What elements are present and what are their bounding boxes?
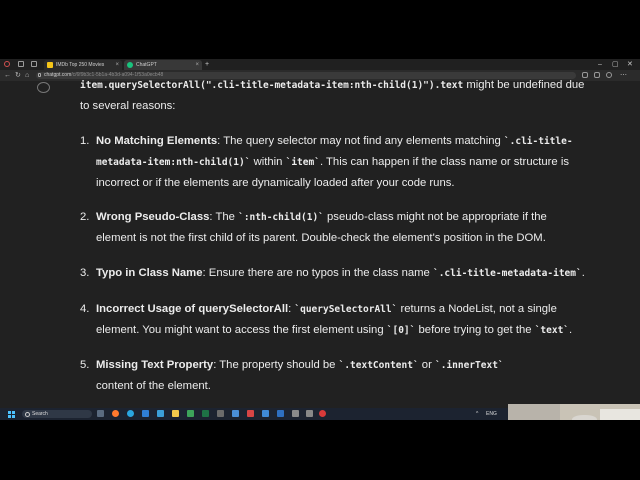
more-menu-icon[interactable]: ⋯: [620, 70, 627, 81]
tray-language[interactable]: ENG: [486, 408, 497, 420]
list-item-3-line-1: Typo in Class Name: Ensure there are no …: [96, 265, 585, 282]
app-icon[interactable]: [306, 410, 313, 417]
list-item-text: or: [418, 359, 435, 371]
imdb-favicon-icon: [47, 62, 53, 68]
maximize-icon[interactable]: ▢: [612, 59, 619, 70]
account-icon[interactable]: [606, 72, 612, 78]
intro-line-2: to several reasons:: [80, 100, 176, 112]
inline-code: `querySelectorAll`: [294, 304, 398, 315]
close-window-icon[interactable]: ✕: [627, 59, 633, 70]
inline-code: metadata-item:nth-child(1)`: [96, 157, 251, 168]
list-item-4-line-1: Incorrect Usage of querySelectorAll: `qu…: [96, 301, 557, 318]
list-item-title: Missing Text Property: [96, 359, 214, 371]
inline-code: `.innerText`: [435, 360, 504, 371]
app-icon[interactable]: [232, 410, 239, 417]
tab-actions-icon[interactable]: [31, 61, 37, 67]
app-icon[interactable]: [187, 410, 194, 417]
list-item-1-line-3: incorrect or if the elements are dynamic…: [96, 177, 455, 189]
inline-code: `item`: [285, 157, 320, 168]
edge-icon[interactable]: [127, 410, 134, 417]
search-label: Search: [32, 411, 48, 417]
inline-code: `.textContent`: [338, 360, 419, 371]
list-item-1-line-2: metadata-item:nth-child(1)` within `item…: [96, 154, 569, 171]
inline-code: `.cli-title-: [503, 136, 573, 147]
list-item-text: within: [250, 156, 286, 168]
tab-chatgpt[interactable]: ChatGPT ×: [124, 60, 202, 70]
inline-code: `:nth-child(1)`: [238, 212, 324, 223]
windows-start-icon[interactable]: [8, 411, 15, 418]
inline-code: `[0]`: [386, 325, 416, 336]
app-icon[interactable]: [217, 410, 224, 417]
excel-icon[interactable]: [202, 410, 209, 417]
list-item-1-line-1: No Matching Elements: The query selector…: [96, 133, 573, 150]
profile-icon[interactable]: [4, 61, 10, 67]
list-item-text: . This can happen if the class name or s…: [319, 156, 570, 168]
list-item-text: .: [581, 267, 585, 279]
list-item-5-line-1: Missing Text Property: The property shou…: [96, 357, 504, 374]
search-icon: [25, 412, 30, 417]
close-tab-icon[interactable]: ×: [195, 60, 199, 70]
list-number: 2.: [80, 211, 90, 223]
list-item-text: returns a NodeList, not a single: [397, 303, 557, 315]
tab-imdb[interactable]: IMDb Top 250 Movies ×: [44, 60, 122, 70]
list-item-title: Typo in Class Name: [96, 267, 203, 279]
vscode-icon[interactable]: [142, 410, 149, 417]
list-number: 4.: [80, 303, 90, 315]
list-item-text: .: [569, 324, 573, 336]
collections-icon[interactable]: [594, 72, 600, 78]
home-icon[interactable]: ⌂: [25, 70, 29, 81]
inline-code: item.querySelectorAll(".cli-title-metada…: [80, 80, 464, 91]
chatgpt-avatar-icon: [37, 82, 50, 93]
list-number: 3.: [80, 267, 90, 279]
screen: IMDb Top 250 Movies × ChatGPT × + – ▢ ✕ …: [0, 59, 640, 420]
task-view-icon[interactable]: [97, 410, 104, 417]
new-tab-button[interactable]: +: [205, 59, 209, 70]
app-icon[interactable]: [247, 410, 254, 417]
webcam-overlay: [508, 404, 640, 420]
list-item-title: No Matching Elements: [96, 135, 218, 147]
list-item-title: Wrong Pseudo-Class: [96, 211, 210, 223]
list-item-text: element. You might want to access the fi…: [96, 324, 387, 336]
list-item-text: pseudo-class might not be appropriate if…: [323, 211, 547, 223]
list-number: 5.: [80, 359, 90, 371]
chatgpt-favicon-icon: [127, 62, 133, 68]
app-icon[interactable]: [292, 410, 299, 417]
back-icon[interactable]: ←: [4, 70, 11, 81]
list-item-title: Incorrect Usage of querySelectorAll: [96, 303, 289, 315]
record-icon[interactable]: [319, 410, 326, 417]
url-domain: chatgpt.com: [44, 72, 72, 78]
list-item-2-line-2: element is not the first child of its pa…: [96, 232, 546, 244]
app-icon[interactable]: [112, 410, 119, 417]
tab-title: IMDb Top 250 Movies: [56, 62, 105, 68]
inline-code: `text`: [534, 325, 570, 336]
browser-tab-bar: IMDb Top 250 Movies × ChatGPT × + – ▢ ✕: [0, 59, 640, 70]
list-item-text: : The: [209, 211, 239, 223]
taskbar-search-box[interactable]: Search: [22, 410, 92, 418]
app-icon[interactable]: [262, 410, 269, 417]
list-item-4-line-2: element. You might want to access the fi…: [96, 322, 572, 339]
list-item-text: : The query selector may not find any el…: [217, 135, 504, 147]
chat-response: item.querySelectorAll(".cli-title-metada…: [0, 79, 640, 408]
file-explorer-icon[interactable]: [172, 410, 179, 417]
list-item-text: : Ensure there are no typos in the class…: [202, 267, 433, 279]
close-tab-icon[interactable]: ×: [115, 60, 119, 70]
tab-title: ChatGPT: [136, 62, 157, 68]
minimize-icon[interactable]: –: [598, 59, 602, 70]
intro-text: might be undefined due: [463, 79, 585, 91]
intro-line-1: item.querySelectorAll(".cli-title-metada…: [80, 77, 584, 94]
list-number: 1.: [80, 135, 90, 147]
list-item-text: before trying to get the: [415, 324, 535, 336]
app-icon[interactable]: [277, 410, 284, 417]
lock-icon: [38, 73, 41, 77]
list-item-text: : The property should be: [213, 359, 339, 371]
reload-icon[interactable]: ↻: [15, 70, 21, 81]
inline-code: `.cli-title-metadata-item`: [432, 268, 582, 279]
list-item-5-line-2: content of the element.: [96, 380, 211, 392]
list-item-2-line-1: Wrong Pseudo-Class: The `:nth-child(1)` …: [96, 209, 547, 226]
app-icon[interactable]: [157, 410, 164, 417]
tray-chevron-icon[interactable]: ^: [476, 408, 478, 420]
workspaces-icon[interactable]: [18, 61, 24, 67]
